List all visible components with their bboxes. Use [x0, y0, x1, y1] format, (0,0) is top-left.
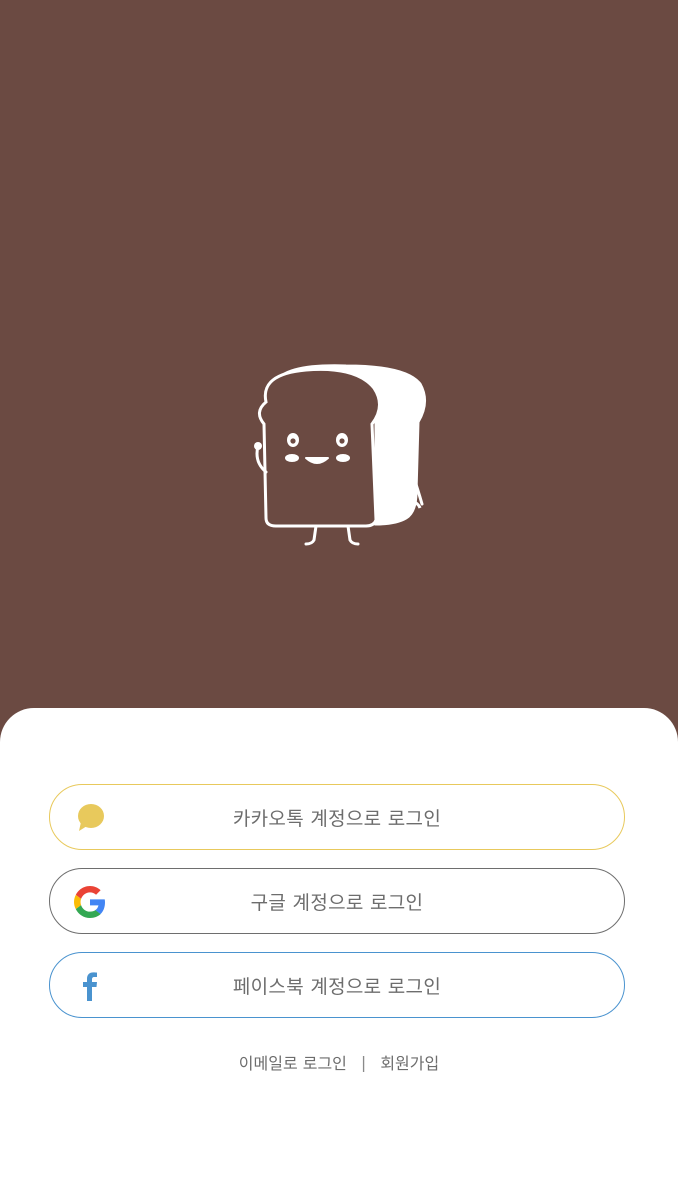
kakao-talk-icon	[78, 804, 104, 831]
google-icon	[74, 886, 105, 918]
facebook-login-label: 페이스북 계정으로 로그인	[232, 975, 442, 998]
email-login-link[interactable]: 이메일로 로그인	[239, 1050, 347, 1074]
link-separator: |	[360, 1052, 367, 1072]
footer-links: 이메일로 로그인 | 회원가입	[0, 1050, 678, 1074]
kakao-login-label: 카카오톡 계정으로 로그인	[232, 807, 442, 830]
facebook-icon	[83, 972, 97, 1001]
kakao-login-button[interactable]: 카카오톡 계정으로 로그인	[49, 784, 625, 850]
google-login-button[interactable]: 구글 계정으로 로그인	[49, 868, 625, 934]
facebook-login-button[interactable]: 페이스북 계정으로 로그인	[49, 952, 625, 1018]
bread-mascot-icon	[254, 364, 426, 546]
hero-area	[0, 0, 678, 720]
signup-link[interactable]: 회원가입	[380, 1050, 439, 1074]
google-login-label: 구글 계정으로 로그인	[250, 891, 424, 914]
